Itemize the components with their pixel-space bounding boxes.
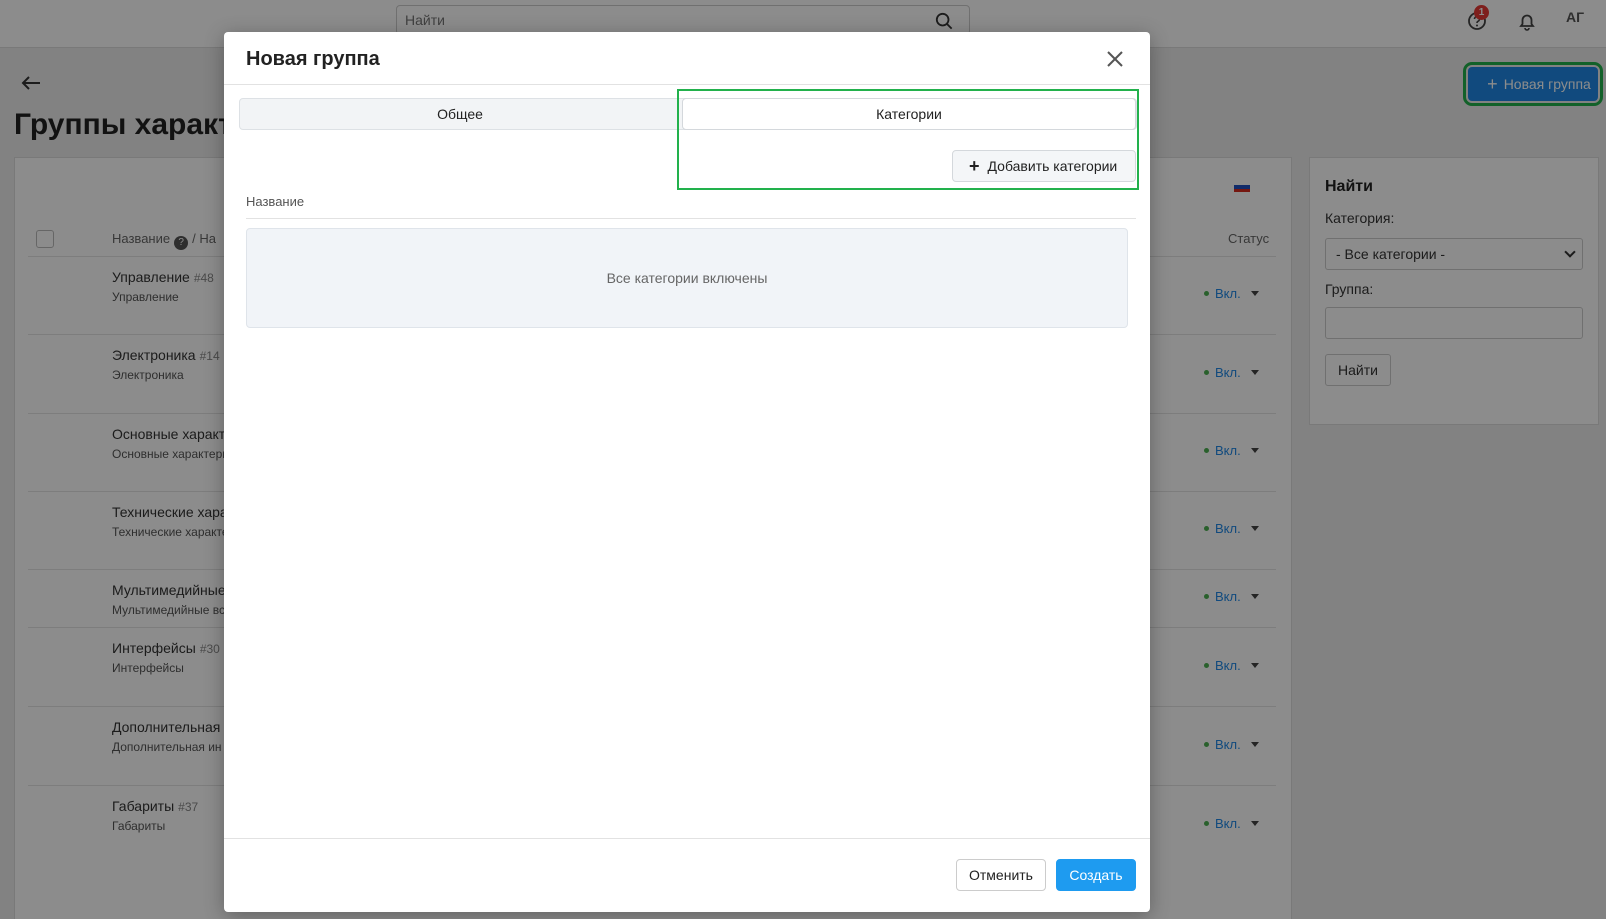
- plus-icon: +: [969, 156, 980, 176]
- cancel-button[interactable]: Отменить: [956, 859, 1046, 891]
- add-categories-label: Добавить категории: [987, 158, 1118, 174]
- categories-column-name: Название: [246, 194, 305, 209]
- add-categories-button[interactable]: + Добавить категории: [952, 150, 1136, 182]
- modal-title: Новая группа: [246, 48, 380, 70]
- empty-categories-message: Все категории включены: [246, 228, 1128, 328]
- modal-tabs: Общее Категории: [239, 98, 1137, 130]
- modal-header-divider: [224, 84, 1150, 85]
- close-icon[interactable]: [1104, 48, 1126, 70]
- tab-categories[interactable]: Категории: [682, 98, 1136, 130]
- create-button[interactable]: Создать: [1056, 859, 1136, 891]
- new-group-modal: Новая группа Общее Категории + Добавить к…: [224, 32, 1150, 912]
- categories-header-divider: [246, 218, 1136, 219]
- tab-general[interactable]: Общее: [240, 99, 680, 129]
- modal-footer-divider: [224, 838, 1150, 839]
